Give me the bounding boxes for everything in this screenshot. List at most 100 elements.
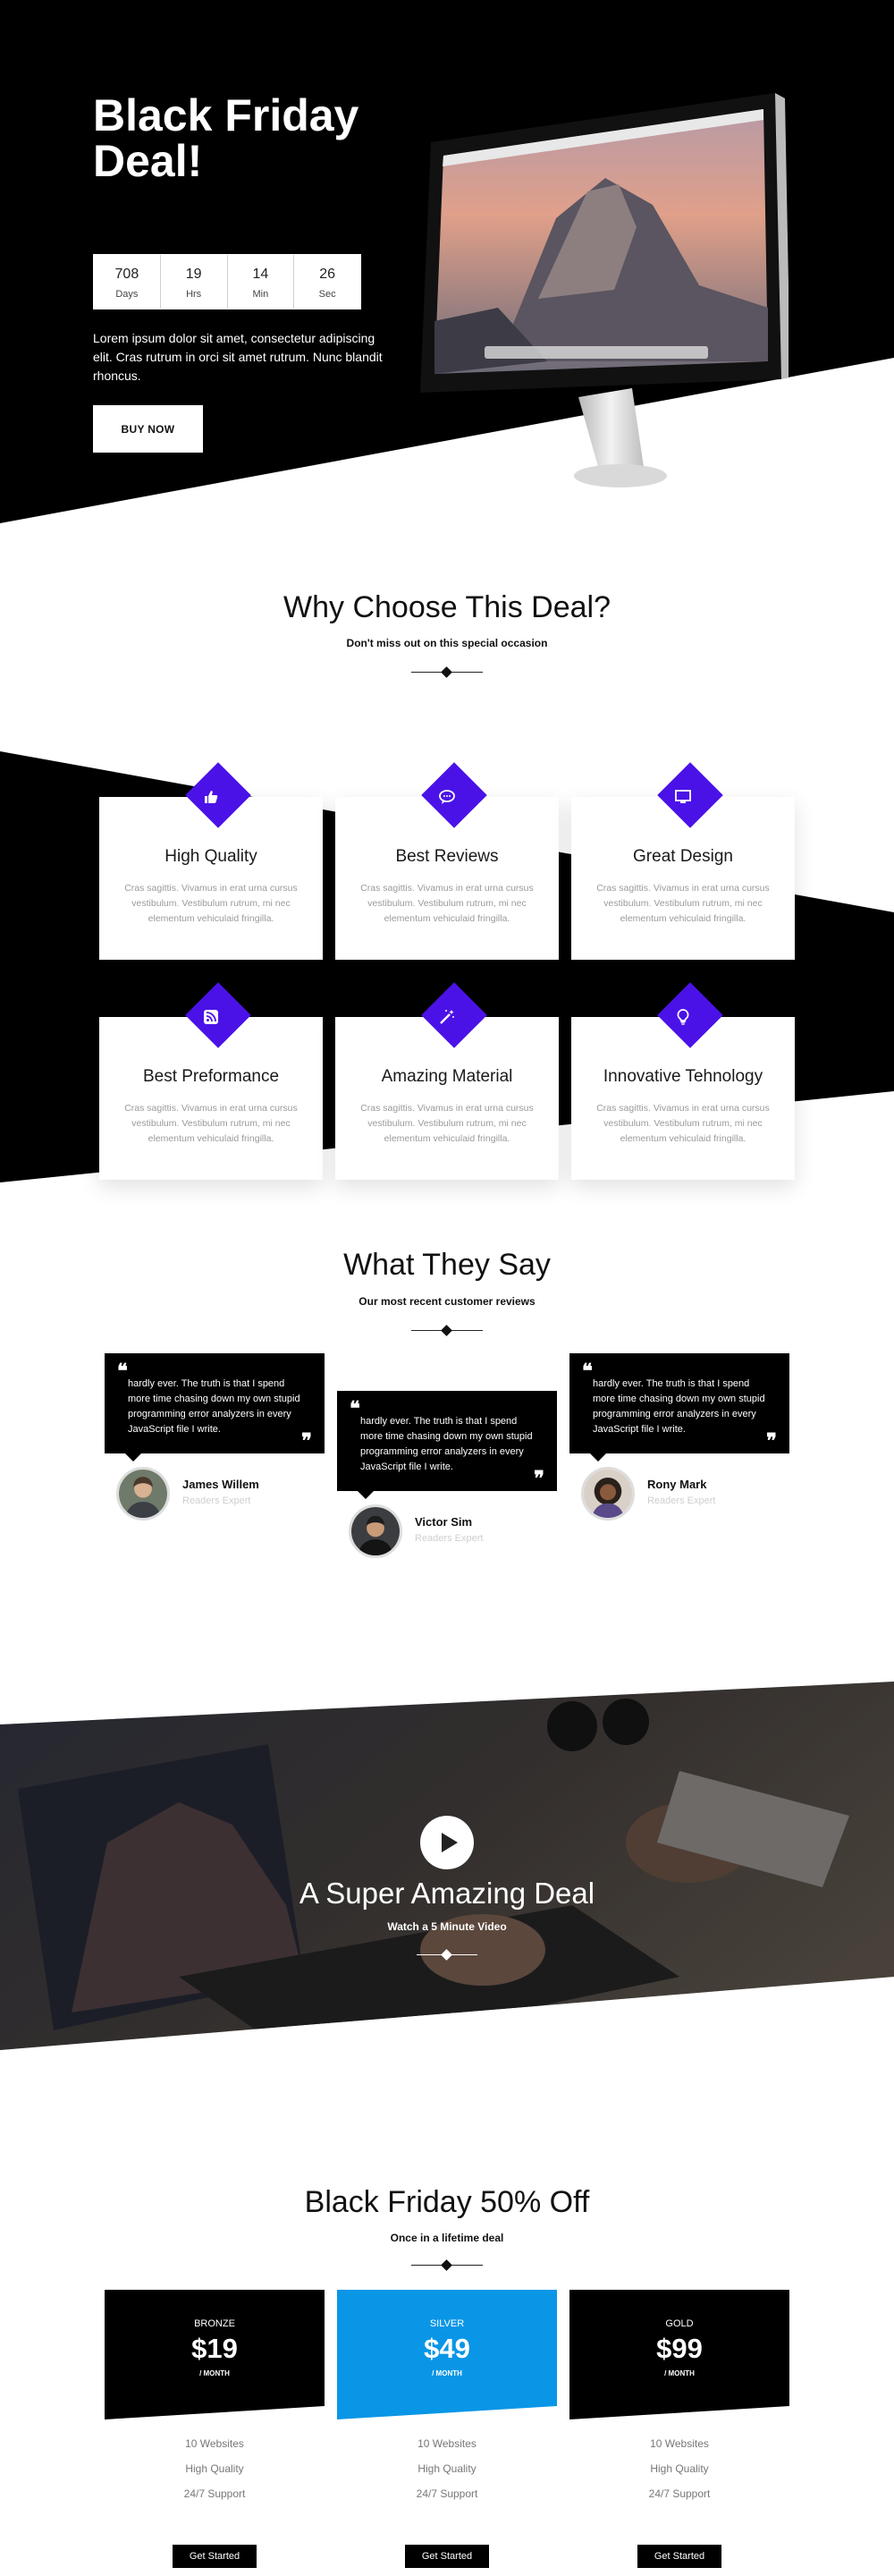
rss-icon: [204, 1010, 218, 1024]
feature-card: Innovative Tehnology Cras sagittis. Viva…: [571, 982, 795, 1180]
quote-open-icon: ❝: [350, 1397, 360, 1420]
plan-name: SILVER: [429, 2318, 465, 2329]
plan-feature: 10 Websites: [417, 2437, 477, 2450]
countdown-value: 14: [252, 266, 269, 282]
avatar: [581, 1467, 635, 1521]
feature-title: High Quality: [164, 847, 257, 866]
why-subtitle: Don't miss out on this special occasion: [346, 637, 548, 649]
plan-price: $19: [191, 2333, 238, 2364]
testimonial-author: Rony Mark Readers Expert: [581, 1467, 778, 1521]
countdown-unit: Sec: [318, 288, 336, 300]
section-divider: [411, 2259, 483, 2271]
get-started-button[interactable]: Get Started: [173, 2545, 257, 2568]
feature-text: Cras sagittis. Vivamus in erat urna curs…: [360, 1103, 534, 1144]
testimonials-title: What They Say: [343, 1248, 551, 1282]
plan-feature: 24/7 Support: [416, 2487, 478, 2500]
thumbs-up-icon: [205, 791, 218, 803]
quote-open-icon: ❝: [582, 1360, 593, 1383]
quote-open-icon: ❝: [117, 1360, 128, 1383]
feature-card: Best Reviews Cras sagittis. Vivamus in e…: [335, 762, 559, 960]
testimonial-text: hardly ever. The truth is that I spend m…: [360, 1416, 533, 1472]
monitor-image: [420, 93, 789, 487]
countdown-seconds: 26 Sec: [294, 255, 360, 309]
feature-card: Amazing Material Cras sagittis. Vivamus …: [335, 982, 559, 1180]
testimonial-text: hardly ever. The truth is that I spend m…: [128, 1378, 300, 1435]
monitor-icon: [675, 790, 691, 803]
hero-title: Black Friday Deal!: [93, 90, 359, 186]
quote-close-icon: ❞: [301, 1429, 312, 1453]
countdown-value: 19: [185, 266, 202, 282]
author-name: Rony Mark: [647, 1478, 707, 1491]
plan-feature: 24/7 Support: [183, 2487, 246, 2500]
plan-name: GOLD: [665, 2318, 694, 2329]
feature-title: Great Design: [633, 847, 733, 866]
countdown-hours: 19 Hrs: [161, 255, 228, 309]
pricing-plan-gold: GOLD $99 / MONTH 10 Websites High Qualit…: [569, 2290, 789, 2576]
pricing-plan-silver: SILVER $49 / MONTH 10 Websites High Qual…: [337, 2290, 557, 2576]
countdown-value: 26: [319, 266, 336, 282]
avatar: [349, 1504, 402, 1558]
author-role: Readers Expert: [182, 1496, 251, 1506]
video-title: A Super Amazing Deal: [299, 1877, 595, 1910]
countdown-unit: Hrs: [186, 288, 202, 300]
testimonial-author: James Willem Readers Expert: [116, 1467, 313, 1521]
plan-price: $99: [656, 2333, 703, 2364]
plan-period: / MONTH: [664, 2369, 695, 2377]
plan-feature: 24/7 Support: [648, 2487, 711, 2500]
plan-feature: High Quality: [650, 2462, 709, 2475]
feature-title: Best Preformance: [142, 1067, 280, 1086]
quote-close-icon: ❞: [766, 1429, 777, 1453]
pricing-plan-bronze: BRONZE $19 / MONTH 10 Websites High Qual…: [105, 2290, 325, 2576]
feature-text: Cras sagittis. Vivamus in erat urna curs…: [596, 883, 770, 924]
feature-card: High Quality Cras sagittis. Vivamus in e…: [99, 762, 323, 960]
get-started-button[interactable]: Get Started: [637, 2545, 721, 2568]
play-icon: [442, 1833, 458, 1852]
author-name: Victor Sim: [415, 1515, 473, 1529]
play-video-button[interactable]: [420, 1816, 474, 1869]
plan-period: / MONTH: [432, 2369, 462, 2377]
testimonial-quote: ❝ hardly ever. The truth is that I spend…: [105, 1353, 325, 1462]
feature-title: Innovative Tehnology: [603, 1067, 763, 1086]
countdown-days: 708 Days: [94, 255, 161, 309]
plan-feature: High Quality: [185, 2462, 244, 2475]
hero-description: Lorem ipsum dolor sit amet, consectetur …: [93, 331, 383, 383]
author-role: Readers Expert: [415, 1533, 484, 1544]
testimonials-subtitle: Our most recent customer reviews: [358, 1295, 536, 1308]
section-divider: [411, 1325, 483, 1336]
get-started-button[interactable]: Get Started: [405, 2545, 489, 2568]
plan-price: $49: [424, 2333, 470, 2364]
avatar: [116, 1467, 170, 1521]
plan-feature: High Quality: [417, 2462, 477, 2475]
plan-period: / MONTH: [199, 2369, 230, 2377]
countdown-unit: Min: [252, 288, 269, 300]
feature-card: Great Design Cras sagittis. Vivamus in e…: [571, 762, 795, 960]
countdown-unit: Days: [115, 288, 139, 300]
testimonial-author: Victor Sim Readers Expert: [349, 1504, 545, 1558]
pricing-title: Black Friday 50% Off: [304, 2185, 590, 2219]
countdown-minutes: 14 Min: [228, 255, 295, 309]
feature-card: Best Preformance Cras sagittis. Vivamus …: [99, 982, 323, 1180]
testimonial-quote: ❝ hardly ever. The truth is that I spend…: [337, 1391, 557, 1499]
feature-title: Amazing Material: [381, 1067, 513, 1086]
feature-text: Cras sagittis. Vivamus in erat urna curs…: [596, 1103, 770, 1144]
lightbulb-icon: [677, 1009, 689, 1025]
buy-now-button[interactable]: BUY NOW: [93, 405, 203, 453]
why-title: Why Choose This Deal?: [283, 590, 611, 624]
author-role: Readers Expert: [647, 1496, 716, 1506]
feature-text: Cras sagittis. Vivamus in erat urna curs…: [124, 1103, 298, 1144]
chat-icon: [439, 790, 455, 804]
plan-feature: 10 Websites: [185, 2437, 244, 2450]
author-name: James Willem: [182, 1478, 259, 1491]
quote-close-icon: ❞: [534, 1467, 544, 1490]
feature-title: Best Reviews: [395, 847, 499, 866]
quote-tail: [589, 1453, 607, 1462]
feature-text: Cras sagittis. Vivamus in erat urna curs…: [360, 883, 534, 924]
countdown-timer: 708 Days 19 Hrs 14 Min 26 Sec: [93, 254, 361, 309]
testimonial-text: hardly ever. The truth is that I spend m…: [593, 1378, 765, 1435]
quote-tail: [124, 1453, 142, 1462]
pricing-subtitle: Once in a lifetime deal: [390, 2232, 504, 2244]
section-divider: [417, 1949, 477, 1961]
countdown-value: 708: [114, 266, 139, 282]
magic-wand-icon: [440, 1010, 454, 1024]
plan-name: BRONZE: [194, 2318, 235, 2329]
